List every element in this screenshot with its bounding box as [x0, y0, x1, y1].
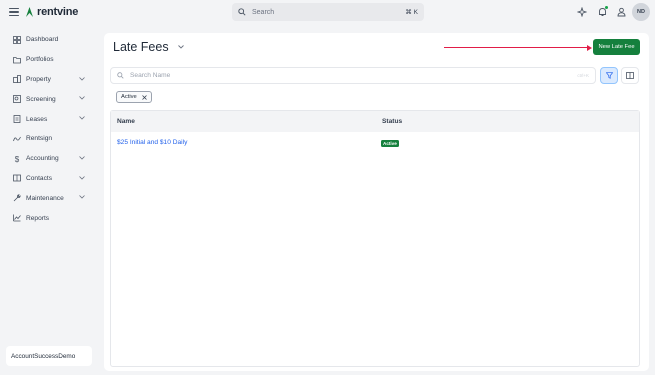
sparkle-icon[interactable] [576, 6, 588, 18]
main-panel: Late Fees New Late Fee Search Name ctrl+… [104, 33, 649, 371]
sidebar-item-reports[interactable]: Reports [0, 208, 100, 228]
sidebar: Dashboard Portfolios Property Screening … [0, 30, 100, 228]
sidebar-item-portfolios[interactable]: Portfolios [0, 50, 100, 70]
filter-button[interactable] [600, 67, 618, 84]
chevron-down-icon [79, 175, 85, 180]
contacts-icon [12, 174, 21, 183]
sidebar-item-leases[interactable]: Leases [0, 109, 100, 129]
sidebar-item-rentsign[interactable]: Rentsign [0, 129, 100, 149]
building-icon [12, 75, 21, 84]
global-search-placeholder: Search [252, 8, 275, 16]
sidebar-item-label: Maintenance [26, 194, 64, 202]
search-name-placeholder: Search Name [130, 72, 171, 79]
avatar[interactable]: ND [632, 3, 650, 21]
new-late-fee-button[interactable]: New Late Fee [593, 39, 640, 55]
sidebar-item-label: Leases [26, 115, 48, 123]
account-switcher[interactable]: AccountSuccessDemo [6, 346, 92, 366]
sidebar-item-label: Accounting [26, 155, 59, 163]
sidebar-item-label: Property [26, 75, 51, 83]
chevron-down-icon [177, 45, 184, 49]
search-icon [238, 8, 246, 16]
sidebar-item-label: Screening [26, 95, 56, 103]
table-header: Name Status [111, 111, 639, 132]
chevron-down-icon [79, 76, 85, 81]
sidebar-item-dashboard[interactable]: Dashboard [0, 30, 100, 50]
lease-icon [12, 115, 21, 124]
table-row[interactable]: $25 Initial and $10 Daily Active [111, 132, 639, 154]
annotation-arrow-head [587, 44, 592, 51]
user-icon[interactable] [615, 6, 627, 18]
sidebar-item-label: Contacts [26, 174, 53, 182]
notification-dot [605, 6, 608, 9]
columns-icon [626, 72, 634, 79]
svg-text:$: $ [14, 155, 19, 163]
logo-text: rentvine [37, 6, 79, 18]
logo-mark-icon [26, 7, 33, 17]
sidebar-item-accounting[interactable]: $ Accounting [0, 149, 100, 169]
late-fees-table: Name Status $25 Initial and $10 Daily Ac… [110, 110, 640, 367]
sidebar-item-screening[interactable]: Screening [0, 89, 100, 109]
filter-chip-label: Active [121, 94, 137, 100]
page-title-dropdown[interactable]: Late Fees [113, 40, 184, 54]
sidebar-item-property[interactable]: Property [0, 70, 100, 90]
signature-icon [12, 134, 21, 143]
sidebar-item-label: Portfolios [26, 56, 54, 64]
page-title: Late Fees [113, 40, 169, 54]
annotation-arrow-line [444, 47, 589, 48]
logo[interactable]: rentvine [25, 5, 78, 19]
filter-icon [605, 72, 613, 79]
folder-icon [12, 55, 21, 64]
global-search-input[interactable]: Search ⌘ K [232, 3, 424, 21]
wrench-icon [12, 194, 21, 203]
close-icon[interactable] [142, 94, 147, 100]
sidebar-item-maintenance[interactable]: Maintenance [0, 188, 100, 208]
columns-button[interactable] [621, 67, 639, 84]
chevron-down-icon [79, 116, 85, 120]
late-fee-name-link[interactable]: $25 Initial and $10 Daily [117, 139, 187, 146]
screening-icon [12, 95, 21, 104]
column-header-name[interactable]: Name [117, 118, 135, 125]
chevron-down-icon [79, 96, 85, 100]
chevron-down-icon [79, 155, 85, 160]
chevron-down-icon [79, 195, 85, 199]
sidebar-item-label: Rentsign [26, 135, 53, 143]
dashboard-icon [12, 35, 21, 44]
search-shortcut: ⌘ K [405, 9, 418, 16]
top-bar: rentvine Search ⌘ K ND [0, 0, 655, 24]
status-badge: Active [381, 140, 399, 147]
sidebar-item-label: Dashboard [26, 36, 59, 44]
search-icon [117, 72, 124, 79]
sidebar-item-contacts[interactable]: Contacts [0, 169, 100, 189]
sidebar-item-label: Reports [26, 214, 50, 222]
filter-chip-active[interactable]: Active [116, 91, 152, 103]
hamburger-menu-icon[interactable] [9, 7, 19, 17]
bell-icon[interactable] [596, 6, 608, 18]
search-name-input[interactable]: Search Name ctrl+K [110, 67, 596, 84]
column-header-status[interactable]: Status [382, 118, 402, 125]
dollar-icon: $ [12, 154, 21, 163]
reports-icon [12, 214, 21, 223]
search-name-shortcut: ctrl+K [577, 73, 589, 78]
